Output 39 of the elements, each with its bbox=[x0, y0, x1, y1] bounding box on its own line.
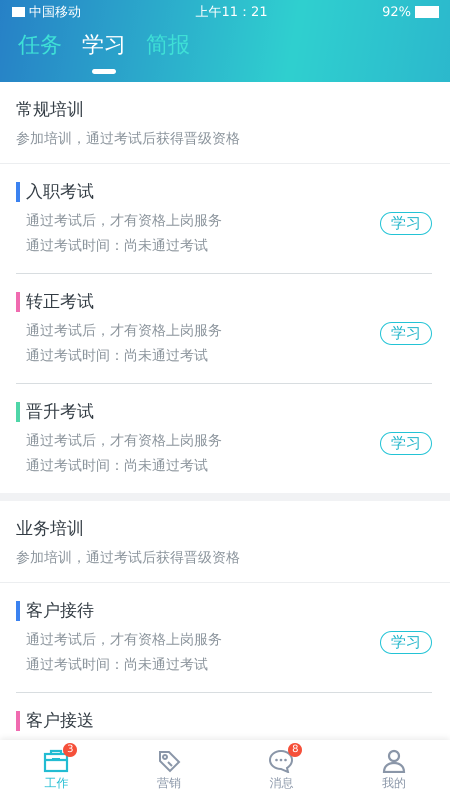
clock-text: 上午11：21 bbox=[196, 4, 268, 21]
nav-tab[interactable]: 营销 bbox=[112, 740, 225, 800]
exam-description: 通过考试后，才有资格上岗服务 bbox=[26, 631, 223, 650]
nav-tab[interactable]: 我的 bbox=[338, 740, 450, 800]
battery-icon bbox=[415, 6, 439, 18]
exam-title: 转正考试 bbox=[26, 291, 94, 313]
study-button[interactable]: 学习 bbox=[380, 631, 432, 654]
section-title: 业务培训 bbox=[16, 518, 85, 540]
user-icon bbox=[382, 748, 406, 772]
active-indicator bbox=[92, 69, 116, 74]
exam-description: 通过考试后，才有资格上岗服务 bbox=[26, 432, 223, 451]
section-subtitle: 参加培训，通过考试后获得晋级资格 bbox=[16, 130, 241, 148]
study-button[interactable]: 学习 bbox=[380, 212, 432, 235]
chat-icon bbox=[268, 748, 294, 772]
exam-status: 通过考试时间：尚未通过考试 bbox=[26, 656, 209, 675]
section-title: 常规培训 bbox=[16, 99, 85, 121]
count-badge: 3 bbox=[63, 742, 78, 756]
nav-tab[interactable]: 3 工作 bbox=[0, 740, 112, 800]
tab[interactable]: 学习 bbox=[82, 24, 126, 76]
section-subtitle: 参加培训，通过考试后获得晋级资格 bbox=[16, 549, 241, 567]
exam-title: 晋升考试 bbox=[26, 401, 94, 423]
signal-icon bbox=[12, 7, 25, 17]
exam-title: 客户接待 bbox=[26, 600, 94, 622]
exam-title: 客户接送 bbox=[26, 710, 94, 732]
tab[interactable]: 任务 bbox=[18, 24, 62, 76]
nav-tab[interactable]: 8 消息 bbox=[225, 740, 338, 800]
count-badge: 8 bbox=[288, 742, 302, 756]
study-button[interactable]: 学习 bbox=[380, 322, 432, 345]
battery-text: 92% bbox=[382, 4, 411, 20]
exam-status: 通过考试时间：尚未通过考试 bbox=[26, 237, 209, 256]
briefcase-icon bbox=[43, 748, 70, 772]
carrier-text: 中国移动 bbox=[29, 4, 81, 21]
tag-icon bbox=[156, 748, 181, 772]
exam-status: 通过考试时间：尚未通过考试 bbox=[26, 457, 209, 476]
exam-description: 通过考试后，才有资格上岗服务 bbox=[26, 212, 223, 231]
exam-status: 通过考试时间：尚未通过考试 bbox=[26, 347, 209, 366]
exam-title: 入职考试 bbox=[26, 181, 94, 203]
study-button[interactable]: 学习 bbox=[380, 432, 432, 455]
exam-description: 通过考试后，才有资格上岗服务 bbox=[26, 322, 223, 341]
